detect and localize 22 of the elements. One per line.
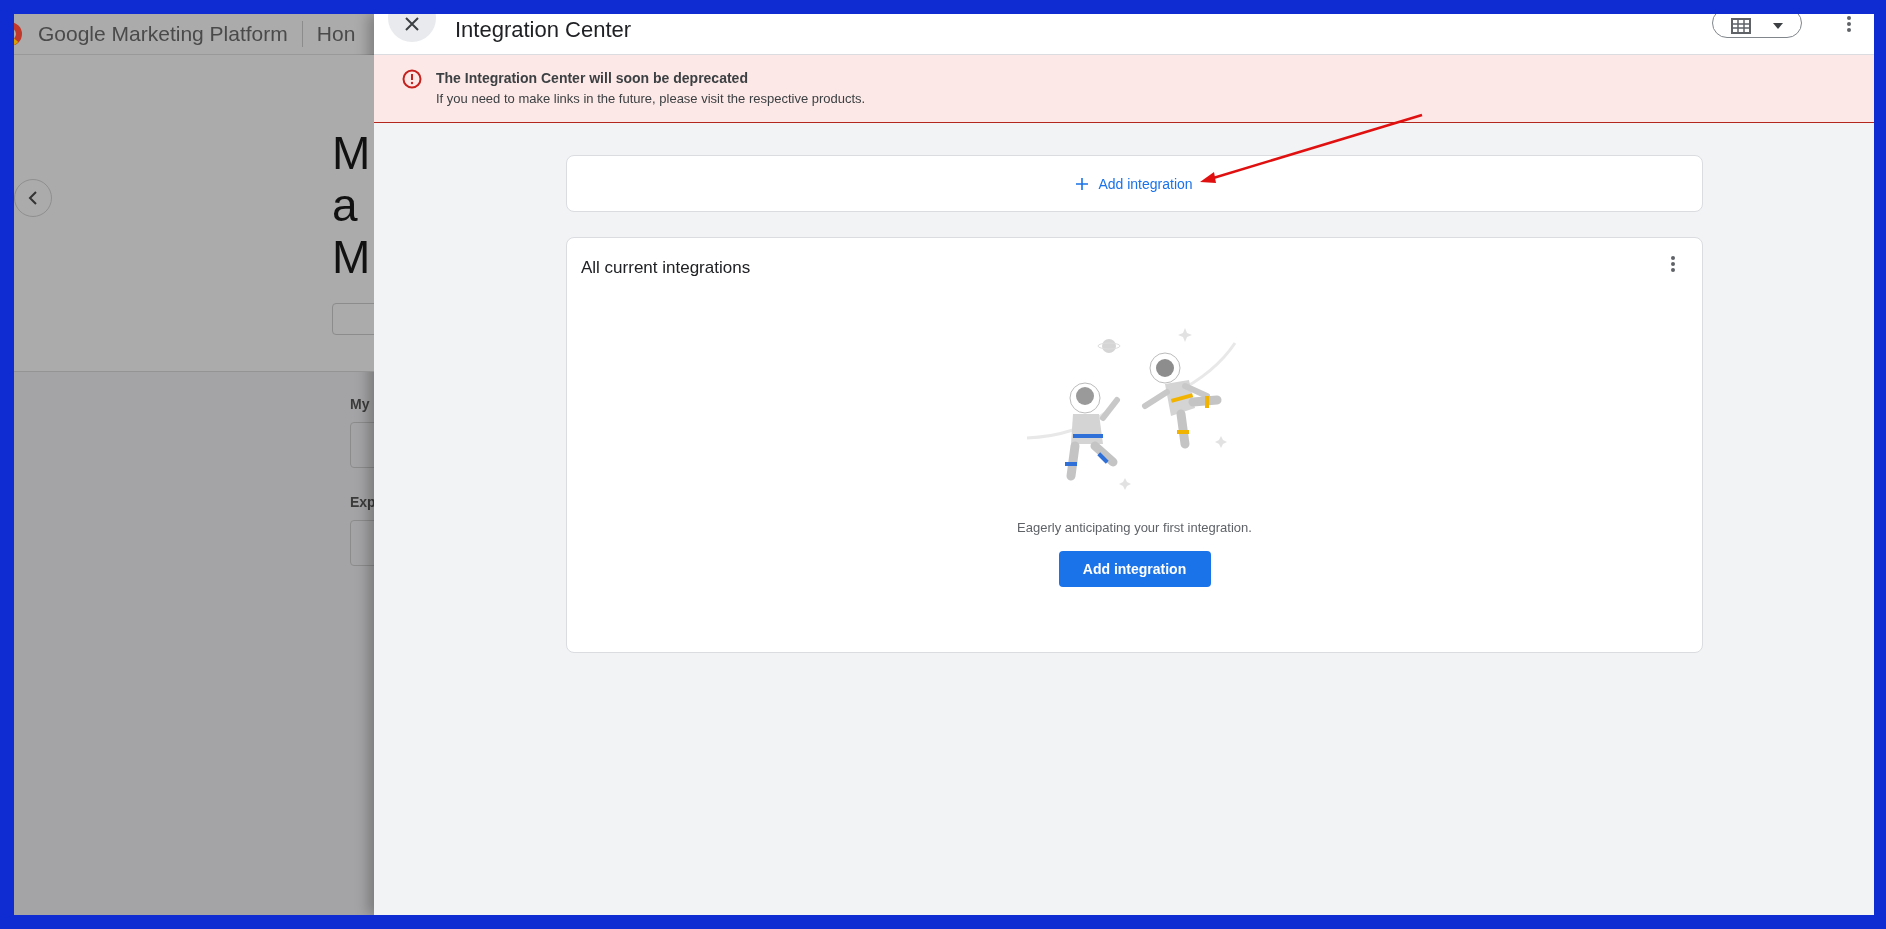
view-dropdown[interactable] bbox=[1712, 14, 1802, 38]
section-label: My bbox=[350, 396, 371, 412]
more-icon bbox=[1671, 255, 1675, 272]
grid-icon bbox=[1731, 18, 1751, 34]
product-name: Google Marketing Platform bbox=[38, 22, 288, 46]
plus-icon bbox=[1076, 177, 1089, 190]
chevron-left-icon bbox=[26, 190, 40, 206]
card-title: All current integrations bbox=[580, 257, 751, 278]
caret-icon bbox=[1773, 23, 1783, 29]
banner-title: The Integration Center will soon be deprecated bbox=[436, 69, 749, 87]
panel-title: Integration Center bbox=[455, 16, 632, 44]
add-integration-link[interactable]: Add integration bbox=[1070, 174, 1199, 193]
heading-text: a bbox=[332, 179, 359, 231]
more-icon bbox=[1847, 15, 1851, 32]
error-icon bbox=[402, 69, 422, 89]
heading-text: M bbox=[332, 127, 372, 179]
add-integration-button[interactable]: Add integration bbox=[1058, 551, 1211, 587]
banner-message: If you need to make links in the future, please visit the respective products. bbox=[436, 90, 866, 108]
close-icon bbox=[404, 16, 420, 32]
heading-text: M bbox=[332, 231, 372, 283]
empty-message: Eagerly anticipating your first integration. bbox=[1017, 520, 1252, 535]
nav-link[interactable]: Hon bbox=[316, 22, 356, 46]
